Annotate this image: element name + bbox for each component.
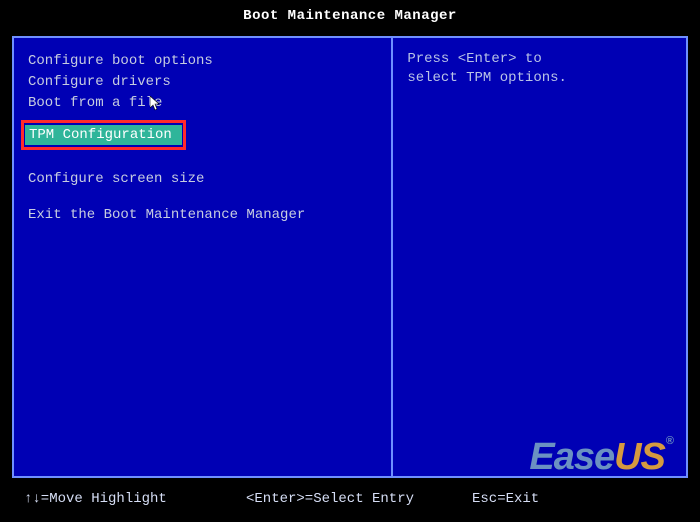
page-title: Boot Maintenance Manager <box>0 0 700 30</box>
hint-move: ↑↓=Move Highlight <box>24 491 228 507</box>
hint-exit: Esc=Exit <box>432 491 676 507</box>
menu-item-boot-from-file[interactable]: Boot from a file <box>24 93 381 113</box>
menu-item-tpm-configuration[interactable]: TPM Configuration <box>25 125 182 145</box>
menu-item-configure-drivers[interactable]: Configure drivers <box>24 72 381 92</box>
hint-select: <Enter>=Select Entry <box>228 491 432 507</box>
help-text-line: select TPM options. <box>407 69 672 88</box>
menu-item-configure-screen-size[interactable]: Configure screen size <box>24 169 381 189</box>
help-text-line: Press <Enter> to <box>407 50 672 69</box>
menu-item-configure-boot-options[interactable]: Configure boot options <box>24 51 381 71</box>
help-panel: Press <Enter> to select TPM options. <box>393 38 686 476</box>
bios-frame: Configure boot options Configure drivers… <box>12 36 688 478</box>
footer-hints: ↑↓=Move Highlight <Enter>=Select Entry E… <box>0 482 700 522</box>
annotation-highlight-box: TPM Configuration <box>21 120 186 150</box>
menu-item-exit[interactable]: Exit the Boot Maintenance Manager <box>24 205 381 225</box>
menu-panel: Configure boot options Configure drivers… <box>14 38 393 476</box>
